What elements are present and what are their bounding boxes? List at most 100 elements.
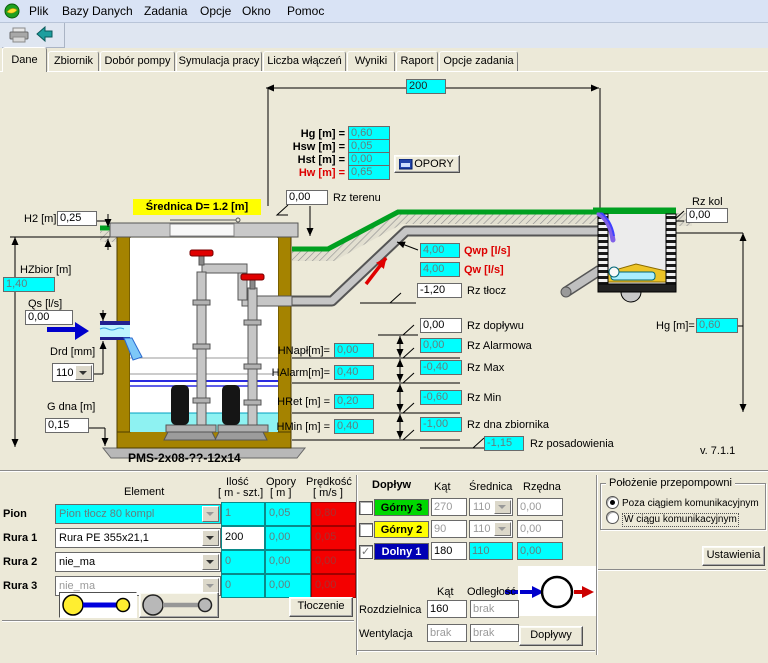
rura1-element-value: Rura PE 355x21,1 [59,530,203,546]
hg-right-label: Hg [m]= [656,320,695,332]
dolny1-chip: Dolny 1 [374,543,429,560]
tab-raport[interactable]: Raport [396,51,438,72]
version-label: v. 7.1.1 [700,445,735,457]
rz-doplywu-label: Rz dopływu [467,320,524,332]
hnapl-field: 0,00 [334,343,374,358]
rz-terenu-label: Rz terenu [333,192,381,204]
gorny3-kat-field: 270 [431,498,467,516]
section-divider-left [356,475,358,655]
pipe-style-alt-button[interactable] [139,592,219,618]
wentylacja-label: Wentylacja [359,628,413,640]
model-label: PMS-2x08-??-12x14 [128,452,241,464]
tab-wyniki[interactable]: Wyniki [347,51,395,72]
gorny2-rzedna-field: 0,00 [517,520,563,538]
row-rura1-label: Rura 1 [3,532,37,544]
opory-button-label: OPORY [414,156,454,172]
hret-label: HRet [m] = [268,396,330,408]
gorny3-rzedna-field: 0,00 [517,498,563,516]
tab-page-edge [0,71,768,72]
doplywy-button[interactable]: Dopływy [519,626,583,646]
hsw-label: Hsw [m] = [270,141,345,153]
tab-dane[interactable]: Dane [2,47,47,72]
dolny1-checkbox[interactable] [359,545,373,559]
halarm-field: 0,40 [334,365,374,380]
gorny3-srednica-dropdown: 110 [469,498,513,516]
hmin-field: 0,40 [334,419,374,434]
rz-kol-label: Rz kol [692,196,723,208]
drd-value: 110 [56,365,76,381]
position-radio-poza[interactable] [606,496,619,509]
rura1-element-dropdown[interactable]: Rura PE 355x21,1 [55,528,221,548]
ustawienia-button-label: Ustawienia [707,547,761,563]
opory-button[interactable]: OPORY [394,155,460,173]
tab-opcje-zadania-label: Opcje zadania [443,55,513,67]
gorny2-checkbox[interactable] [359,523,373,537]
kat-header: Kąt [434,481,451,493]
g-dna-field[interactable]: 0,15 [45,418,89,433]
right-panel-divider [598,569,766,571]
rura1-dropdown-arrow-icon[interactable] [202,530,219,546]
tab-liczba-wlaczen-label: Liczba włączeń [267,55,342,67]
gorny3-srednica-arrow-icon [494,500,511,514]
rura2-opory-cell: 0,00 [265,550,311,574]
gorny2-srednica-value: 110 [473,522,495,537]
rz-kol-field[interactable]: 0,00 [686,208,728,223]
hnapl-label: HNapł[m]= [268,345,330,357]
rura2-element-value: nie_ma [59,554,203,570]
hzbior-field: 1,40 [3,277,55,292]
panel-divider [0,470,768,472]
gorny3-chip: Górny 3 [374,499,429,516]
tloczenie-button-label: Tłoczenie [297,598,344,614]
pipe-style-selected-button[interactable] [59,592,137,618]
wentylacja-odleglosc-field: brak [470,624,519,642]
qs-label: Qs [l/s] [28,298,62,310]
position-radio-w-ciagu[interactable] [606,511,619,524]
tab-symulacja-pracy[interactable]: Symulacja pracy [176,51,262,72]
drd-dropdown-arrow-icon[interactable] [75,365,92,380]
hg-right-field: 0,60 [696,318,738,333]
rura1-ilosc-cell[interactable]: 200 [221,526,265,550]
hg-label: Hg [m] = [270,128,345,140]
row-pion-label: Pion [3,508,27,520]
tab-dane-label: Dane [11,54,37,66]
gorny3-checkbox[interactable] [359,501,373,515]
tab-dobor-pompy[interactable]: Dobór pompy [100,51,175,72]
rz-tlocz-field[interactable]: -1,20 [417,283,462,298]
ustawienia-button[interactable]: Ustawienia [702,546,765,566]
rz-max-label: Rz Max [467,362,504,374]
srednica-header: Średnica [469,481,512,493]
dolny1-kat-field[interactable]: 180 [431,542,467,560]
section-divider-right [596,475,598,655]
hzbior-label: HZbior [m] [20,264,71,276]
rz-alarmowa-label: Rz Alarmowa [467,340,532,352]
rzedna-header: Rzędna [523,481,561,493]
position-option1-label[interactable]: Poza ciągiem komunikacyjnym [622,498,759,510]
rz-min-label: Rz Min [467,392,501,404]
rura2-predkosc-cell: 0,00 [311,550,356,574]
rozdzielnica-kat-field[interactable]: 160 [427,600,467,618]
h2-field[interactable]: 0,25 [57,211,97,226]
gorny2-kat-field: 90 [431,520,467,538]
col-element-header: Element [124,486,164,498]
tab-zbiornik-label: Zbiornik [54,55,93,67]
dim-200-field: 200 [406,79,446,94]
drd-dropdown[interactable]: 110 [52,363,94,382]
doplywy-button-label: Dopływy [530,627,572,643]
qs-field[interactable]: 0,00 [25,310,73,325]
tab-zbiornik[interactable]: Zbiornik [48,51,99,72]
rura3-ilosc-cell: 0 [221,574,265,598]
tab-liczba-wlaczen[interactable]: Liczba włączeń [263,51,346,72]
rz-tlocz-label: Rz tłocz [467,285,506,297]
rura2-element-dropdown[interactable]: nie_ma [55,552,221,572]
rura3-predkosc-cell: 0,00 [311,574,356,598]
rura1-predkosc-cell: 0,05 [311,526,356,550]
app-window: Plik Bazy Danych Zadania Opcje Okno Pomo… [0,0,768,663]
position-option2-label[interactable]: W ciągu komunikacyjnym [622,513,739,527]
rura2-ilosc-cell: 0 [221,550,265,574]
tloczenie-button[interactable]: Tłoczenie [289,597,353,617]
tab-opcje-zadania[interactable]: Opcje zadania [439,51,518,72]
row-rura3-label: Rura 3 [3,580,37,592]
rz-doplywu-field[interactable]: 0,00 [420,318,462,333]
rura2-dropdown-arrow-icon[interactable] [202,554,219,570]
rz-terenu-field[interactable]: 0,00 [286,190,328,205]
